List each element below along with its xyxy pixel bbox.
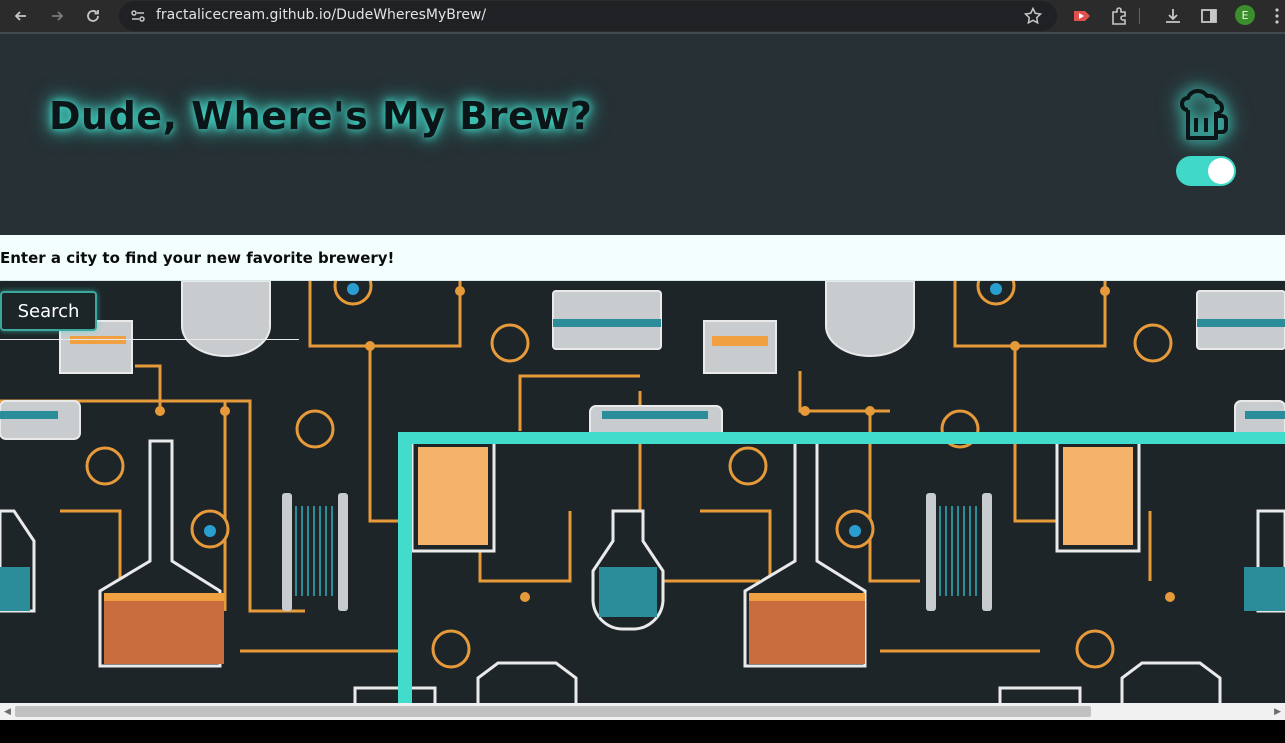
browser-toolbar: fractalicecream.github.io/DudeWheresMyBr…: [0, 0, 1285, 32]
profile-avatar[interactable]: E: [1235, 5, 1255, 25]
page-title: Dude, Where's My Brew?: [49, 94, 593, 138]
search-button[interactable]: Search: [0, 291, 97, 331]
city-search-input-underline[interactable]: [0, 339, 299, 340]
menu-dots-icon[interactable]: [1270, 5, 1284, 27]
address-url[interactable]: fractalicecream.github.io/DudeWheresMyBr…: [156, 7, 486, 23]
reload-icon[interactable]: [81, 4, 105, 28]
prompt-text: Enter a city to find your new favorite b…: [0, 249, 395, 267]
scroll-left-arrow-icon[interactable]: ◀: [4, 707, 11, 717]
back-icon[interactable]: [9, 4, 33, 28]
site-settings-icon[interactable]: [129, 7, 147, 29]
beer-mug-icon: [1178, 88, 1234, 144]
extension-red-icon[interactable]: [1071, 5, 1093, 27]
scrollbar-thumb[interactable]: [15, 706, 1091, 717]
results-container: [398, 432, 1285, 703]
download-icon[interactable]: [1162, 5, 1184, 27]
extensions-puzzle-icon[interactable]: [1108, 5, 1130, 27]
site-header: Dude, Where's My Brew?: [0, 32, 1285, 235]
side-panel-icon[interactable]: [1198, 5, 1220, 27]
forward-icon[interactable]: [45, 4, 69, 28]
prompt-banner: Enter a city to find your new favorite b…: [0, 235, 1285, 281]
horizontal-scrollbar[interactable]: ◀ ▶: [0, 703, 1285, 720]
scroll-right-arrow-icon[interactable]: ▶: [1274, 707, 1281, 717]
theme-toggle[interactable]: [1176, 156, 1236, 186]
bookmark-star-icon[interactable]: [1023, 6, 1043, 30]
toolbar-divider: [1138, 5, 1140, 27]
address-bar[interactable]: fractalicecream.github.io/DudeWheresMyBr…: [119, 1, 1057, 31]
window-bottom-edge: [0, 720, 1285, 743]
toggle-knob: [1208, 158, 1234, 184]
